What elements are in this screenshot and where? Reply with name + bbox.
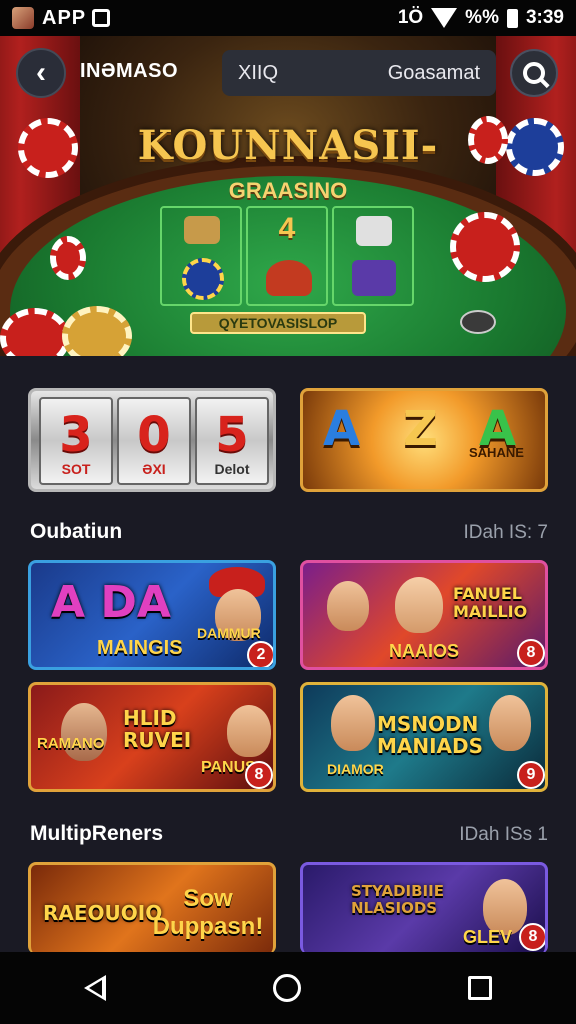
triangle-back-icon[interactable]	[83, 975, 106, 1001]
hero-title: KOUNNASII-	[137, 122, 439, 169]
status-time: 3:39	[525, 7, 564, 28]
game-subtitle: NAAIOS	[389, 641, 460, 661]
hero-plate: QYETOVASISLOP	[190, 312, 366, 334]
game-subtitle: DIAMOR	[327, 761, 384, 777]
featured-slot-2[interactable]: A Z A SAHANE	[300, 388, 548, 492]
signal-text: 1Ö	[397, 7, 424, 28]
game-subtitle: MAINGIS	[97, 637, 183, 659]
avatar	[327, 581, 369, 631]
reel: 5 Delot	[195, 397, 269, 485]
back-button[interactable]: ‹	[16, 48, 66, 98]
game-card[interactable]: RAEOUOIO Sow Duppasn!	[28, 862, 276, 954]
felt-card-value: 4	[278, 212, 296, 245]
page-title: INƏMASO	[80, 60, 179, 82]
game-subtitle: RAMANO	[37, 735, 105, 752]
section-title: MultipRenеrs	[30, 822, 164, 845]
search-input[interactable]	[238, 61, 308, 85]
felt-card-1	[160, 206, 242, 306]
reel-value: 3	[59, 407, 93, 463]
felt-card-2: 4	[246, 206, 328, 306]
purple-card-icon	[352, 260, 396, 296]
battery-icon	[506, 8, 518, 28]
avatar	[489, 695, 531, 751]
game-subtitle: GLEV	[463, 927, 513, 947]
gold-bar-icon	[184, 216, 220, 244]
status-app-label: APP	[42, 6, 87, 29]
reel: 0 ƏXI	[117, 397, 191, 485]
search-button[interactable]	[510, 49, 558, 97]
avatar	[331, 695, 375, 751]
square-recent-icon[interactable]	[468, 976, 493, 1000]
reel-value: 0	[137, 407, 171, 463]
slot-letter: A	[323, 401, 361, 457]
game-badge: 8	[245, 761, 273, 789]
avatar	[395, 577, 443, 633]
reel: 3 SOT	[39, 397, 113, 485]
chip-icon	[50, 236, 86, 280]
avatar	[227, 705, 271, 757]
avatar	[61, 703, 107, 761]
game-card[interactable]: STYADIBIIE NLASIODS GLEV 8	[300, 862, 548, 954]
slot-caption: SAHANE	[469, 445, 524, 460]
circle-home-icon[interactable]	[272, 974, 301, 1002]
reel-caption: Delot	[214, 461, 250, 477]
search-placeholder: Goasamat	[387, 61, 480, 84]
chevron-left-icon: ‹	[36, 56, 46, 89]
game-title: FANUEL MAILLIO	[453, 584, 528, 621]
status-bar: APP 1Ö %% 3:39	[0, 0, 576, 36]
game-card[interactable]: RAMANO HLID RUVEI PANUS 8	[28, 682, 276, 792]
game-card[interactable]: FANUEL MAILLIO NAAIOS 8	[300, 560, 548, 670]
top-app-bar: ‹ INƏMASO Goasamat	[0, 40, 576, 106]
card-stack-icon	[356, 216, 392, 246]
wifi-icon	[431, 8, 458, 28]
game-card[interactable]: A DA MAINGIS DAMMUR 2	[28, 560, 276, 670]
game-badge: 8	[519, 923, 545, 951]
search-field[interactable]: Goasamat	[222, 50, 496, 96]
system-nav-bar	[0, 952, 576, 1024]
section-meta[interactable]: IDah IS: 7	[464, 522, 549, 544]
button-chip-icon	[460, 310, 496, 334]
app-icon	[12, 7, 34, 29]
food-icon	[266, 260, 312, 296]
search-icon	[523, 62, 545, 84]
felt-card-3	[332, 206, 414, 306]
reel-caption: SOT	[61, 461, 91, 477]
section-title: Oubatiun	[30, 520, 123, 543]
section-meta[interactable]: IDah ISs 1	[459, 824, 548, 846]
game-badge: 2	[247, 641, 273, 667]
featured-slot-1[interactable]: 3 SOT 0 ƏXI 5 Delot	[28, 388, 276, 492]
reel-caption: ƏXI	[142, 461, 166, 477]
game-tag: DAMMUR	[197, 625, 261, 641]
chip-icon	[182, 258, 224, 300]
game-badge: 8	[517, 639, 545, 667]
game-title: MSNODN MANIADS	[377, 712, 484, 758]
hero-subtitle: GRAASINO	[228, 178, 348, 203]
game-title: A DA	[51, 577, 171, 628]
game-title: STYADIBIIE NLASIODS	[351, 882, 444, 917]
slot-letter: Z	[403, 401, 438, 457]
game-card[interactable]: MSNODN MANIADS DIAMOR 9	[300, 682, 548, 792]
game-title: HLID RUVEI	[123, 706, 192, 752]
chip-icon	[450, 212, 520, 282]
reel-value: 5	[215, 407, 249, 463]
game-subtitle: Sow Duppasn!	[152, 885, 264, 940]
square-icon	[92, 9, 111, 27]
battery-text: %%	[465, 7, 499, 28]
game-badge: 9	[517, 761, 545, 789]
